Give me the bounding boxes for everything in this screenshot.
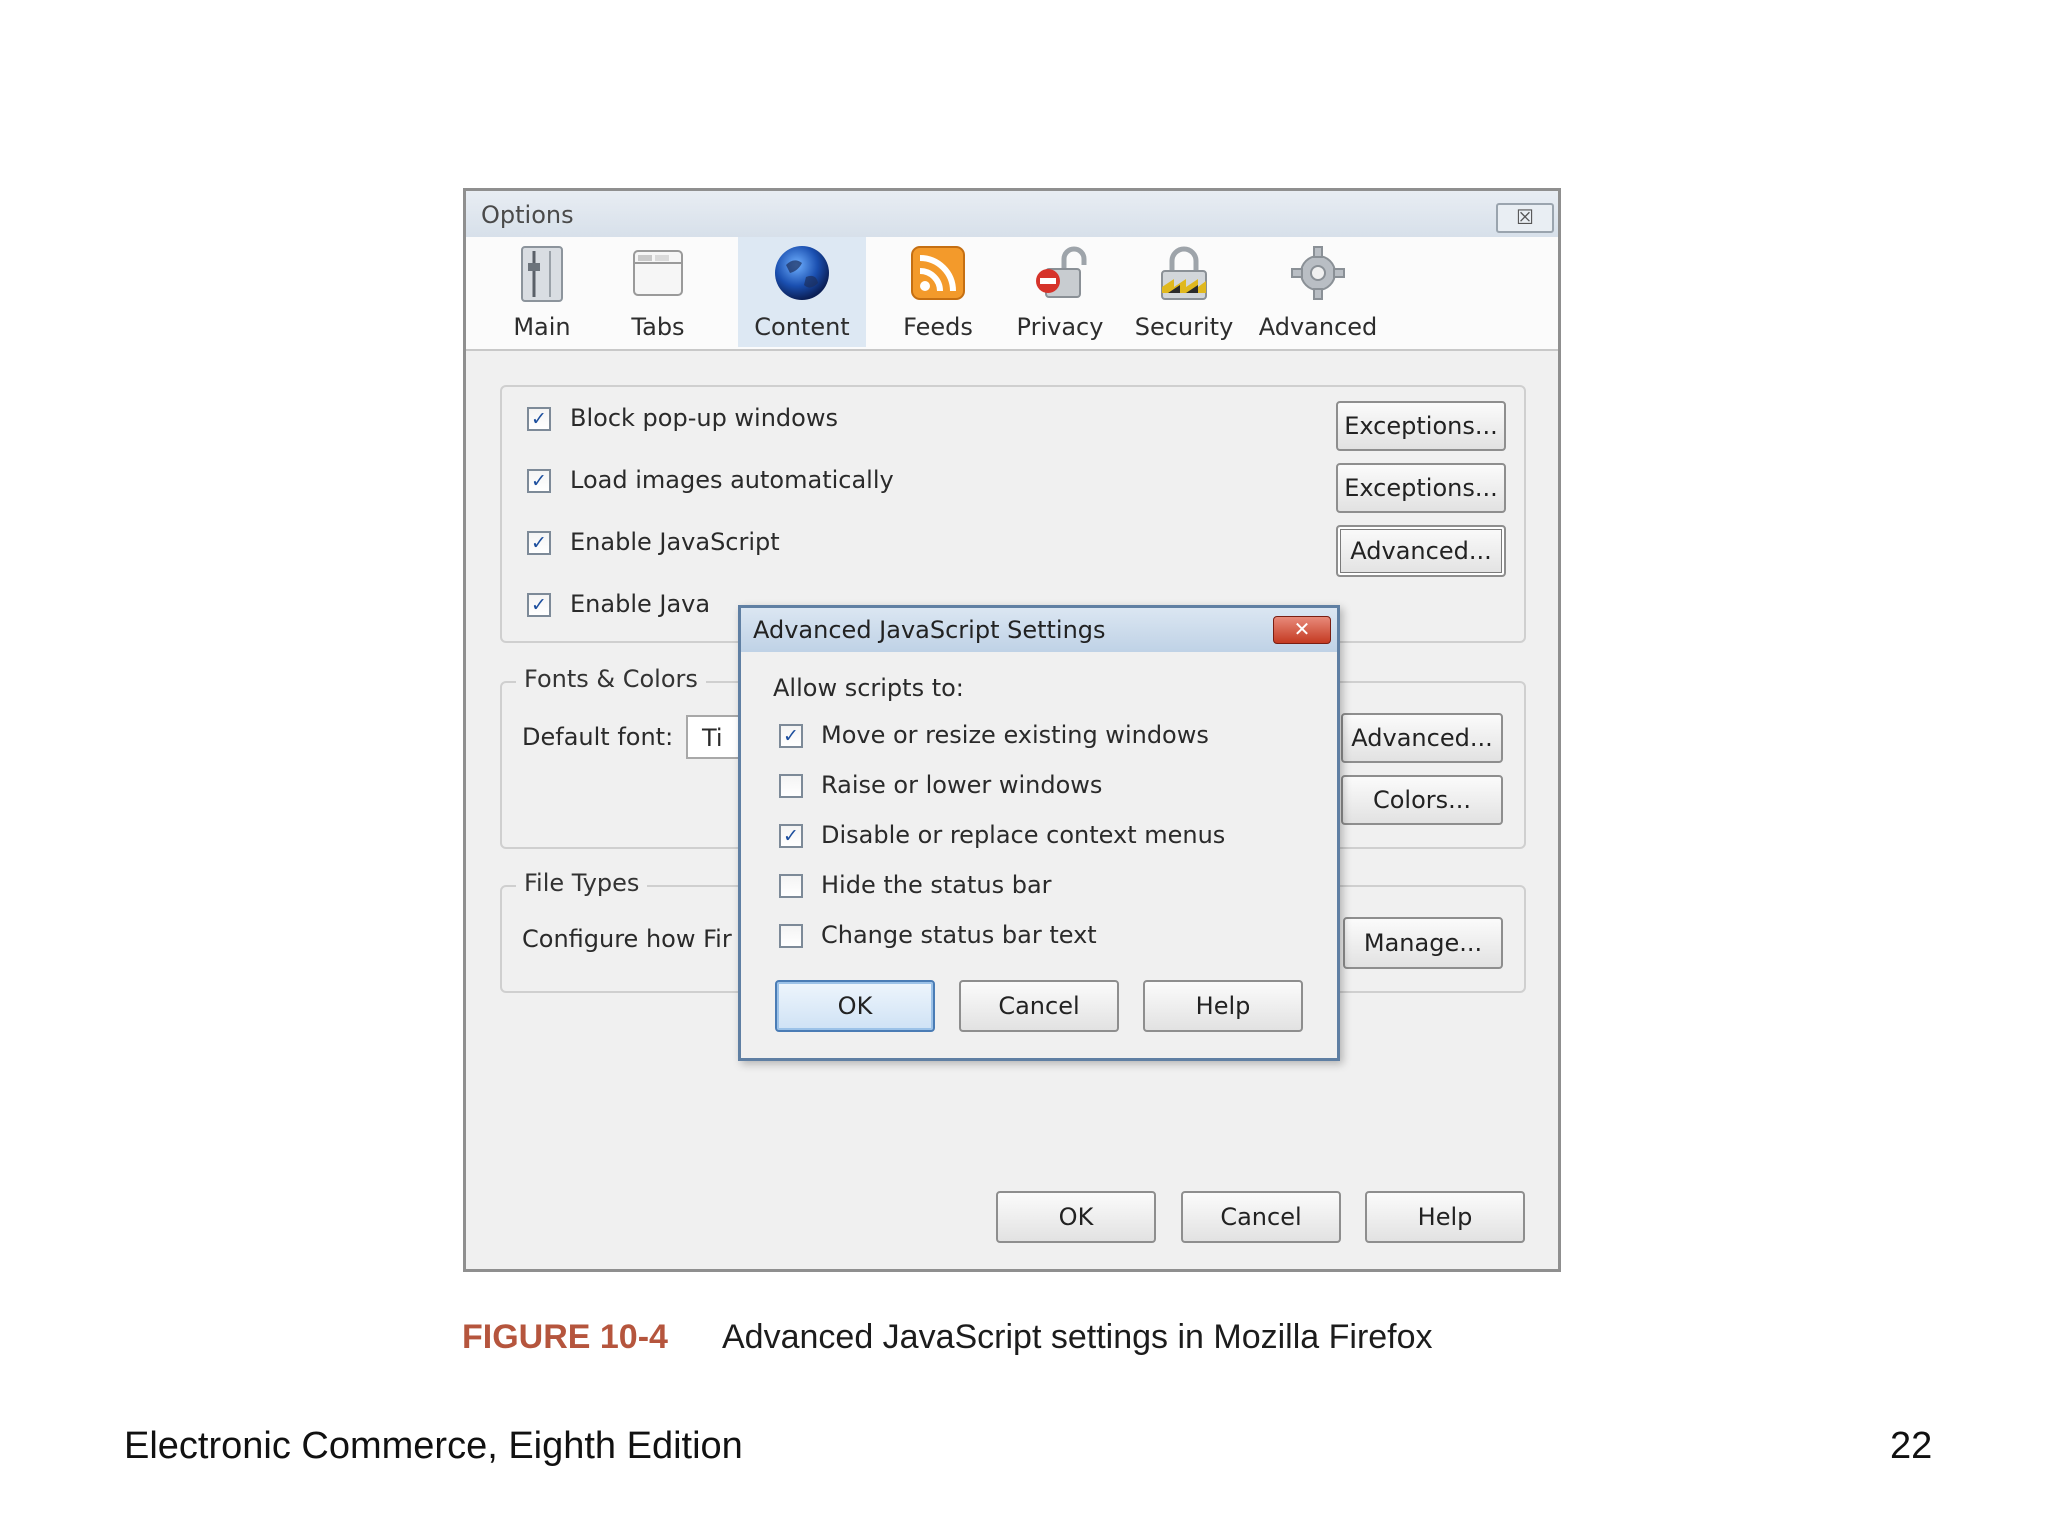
enable-java-label: Enable Java (570, 590, 711, 618)
page-number: 22 (1890, 1425, 1933, 1467)
dialog-cancel-button[interactable]: Cancel (959, 980, 1119, 1032)
load-images-label: Load images automatically (570, 466, 894, 494)
manage-button[interactable]: Manage... (1343, 917, 1503, 969)
advanced-javascript-dialog: Advanced JavaScript Settings ✕ Allow scr… (738, 605, 1340, 1061)
options-title: Options (481, 201, 574, 229)
tab-advanced[interactable]: Advanced (1252, 237, 1384, 347)
default-font-label: Default font: (522, 723, 674, 751)
tab-label: Main (513, 313, 571, 341)
block-popups-label: Block pop-up windows (570, 404, 838, 432)
tab-security[interactable]: Security (1130, 237, 1238, 347)
popup-exceptions-button[interactable]: Exceptions... (1336, 401, 1506, 451)
colors-button[interactable]: Colors... (1341, 775, 1503, 825)
dialog-help-button[interactable]: Help (1143, 980, 1303, 1032)
tab-label: Tabs (631, 313, 685, 341)
fonts-colors-legend: Fonts & Colors (516, 665, 706, 693)
file-types-description: Configure how Fir (522, 925, 732, 953)
raise-lower-checkbox[interactable] (779, 774, 803, 798)
dialog-ok-button[interactable]: OK (775, 980, 935, 1032)
hide-status-bar-checkbox[interactable] (779, 874, 803, 898)
enable-java-checkbox[interactable]: ✓ (527, 593, 551, 617)
default-font-value: Ti (702, 724, 723, 752)
options-toolbar: Main Tabs Content Feeds Privacy Security… (466, 237, 1558, 351)
file-types-legend: File Types (516, 869, 648, 897)
tab-privacy[interactable]: Privacy (1006, 237, 1114, 347)
status-bar-text-label: Change status bar text (821, 921, 1097, 949)
load-images-checkbox[interactable]: ✓ (527, 469, 551, 493)
tab-label: Privacy (1016, 313, 1104, 341)
context-menus-checkbox[interactable]: ✓ (779, 824, 803, 848)
tab-label: Feeds (903, 313, 973, 341)
context-menus-label: Disable or replace context menus (821, 821, 1226, 849)
status-bar-text-checkbox[interactable] (779, 924, 803, 948)
globe-icon (775, 246, 829, 300)
figure-number: FIGURE 10-4 (462, 1318, 668, 1356)
privacy-lock-icon (1036, 246, 1087, 298)
dialog-title: Advanced JavaScript Settings (753, 616, 1106, 644)
rss-icon (911, 246, 965, 300)
book-title-footer: Electronic Commerce, Eighth Edition (124, 1425, 743, 1467)
close-icon[interactable]: ☒ (1496, 203, 1554, 233)
raise-lower-label: Raise or lower windows (821, 771, 1103, 799)
tab-label: Content (754, 313, 850, 341)
figure-caption: Advanced JavaScript settings in Mozilla … (722, 1318, 1433, 1356)
enable-javascript-checkbox[interactable]: ✓ (527, 531, 551, 555)
block-popups-checkbox[interactable]: ✓ (527, 407, 551, 431)
tab-tabs[interactable]: Tabs (608, 237, 708, 347)
options-help-button[interactable]: Help (1365, 1191, 1525, 1243)
images-exceptions-button[interactable]: Exceptions... (1336, 463, 1506, 513)
security-padlock-icon (1161, 246, 1207, 300)
options-ok-button[interactable]: OK (996, 1191, 1156, 1243)
move-resize-checkbox[interactable]: ✓ (779, 724, 803, 748)
gear-icon (1291, 246, 1345, 300)
allow-scripts-label: Allow scripts to: (773, 674, 964, 702)
move-resize-label: Move or resize existing windows (821, 721, 1209, 749)
tab-feeds[interactable]: Feeds (884, 237, 992, 347)
tab-label: Security (1134, 313, 1234, 341)
sliders-icon (521, 246, 563, 302)
tab-main[interactable]: Main (492, 237, 592, 347)
dialog-titlebar[interactable]: Advanced JavaScript Settings ✕ (741, 608, 1337, 652)
enable-javascript-label: Enable JavaScript (570, 528, 780, 556)
tab-content[interactable]: Content (738, 237, 866, 347)
javascript-advanced-button[interactable]: Advanced... (1336, 525, 1506, 577)
tabs-icon (633, 250, 683, 296)
hide-status-bar-label: Hide the status bar (821, 871, 1052, 899)
options-cancel-button[interactable]: Cancel (1181, 1191, 1341, 1243)
options-titlebar[interactable]: Options ☒ (466, 191, 1558, 237)
close-icon[interactable]: ✕ (1273, 616, 1331, 644)
tab-label: Advanced (1258, 313, 1378, 341)
fonts-advanced-button[interactable]: Advanced... (1341, 713, 1503, 763)
